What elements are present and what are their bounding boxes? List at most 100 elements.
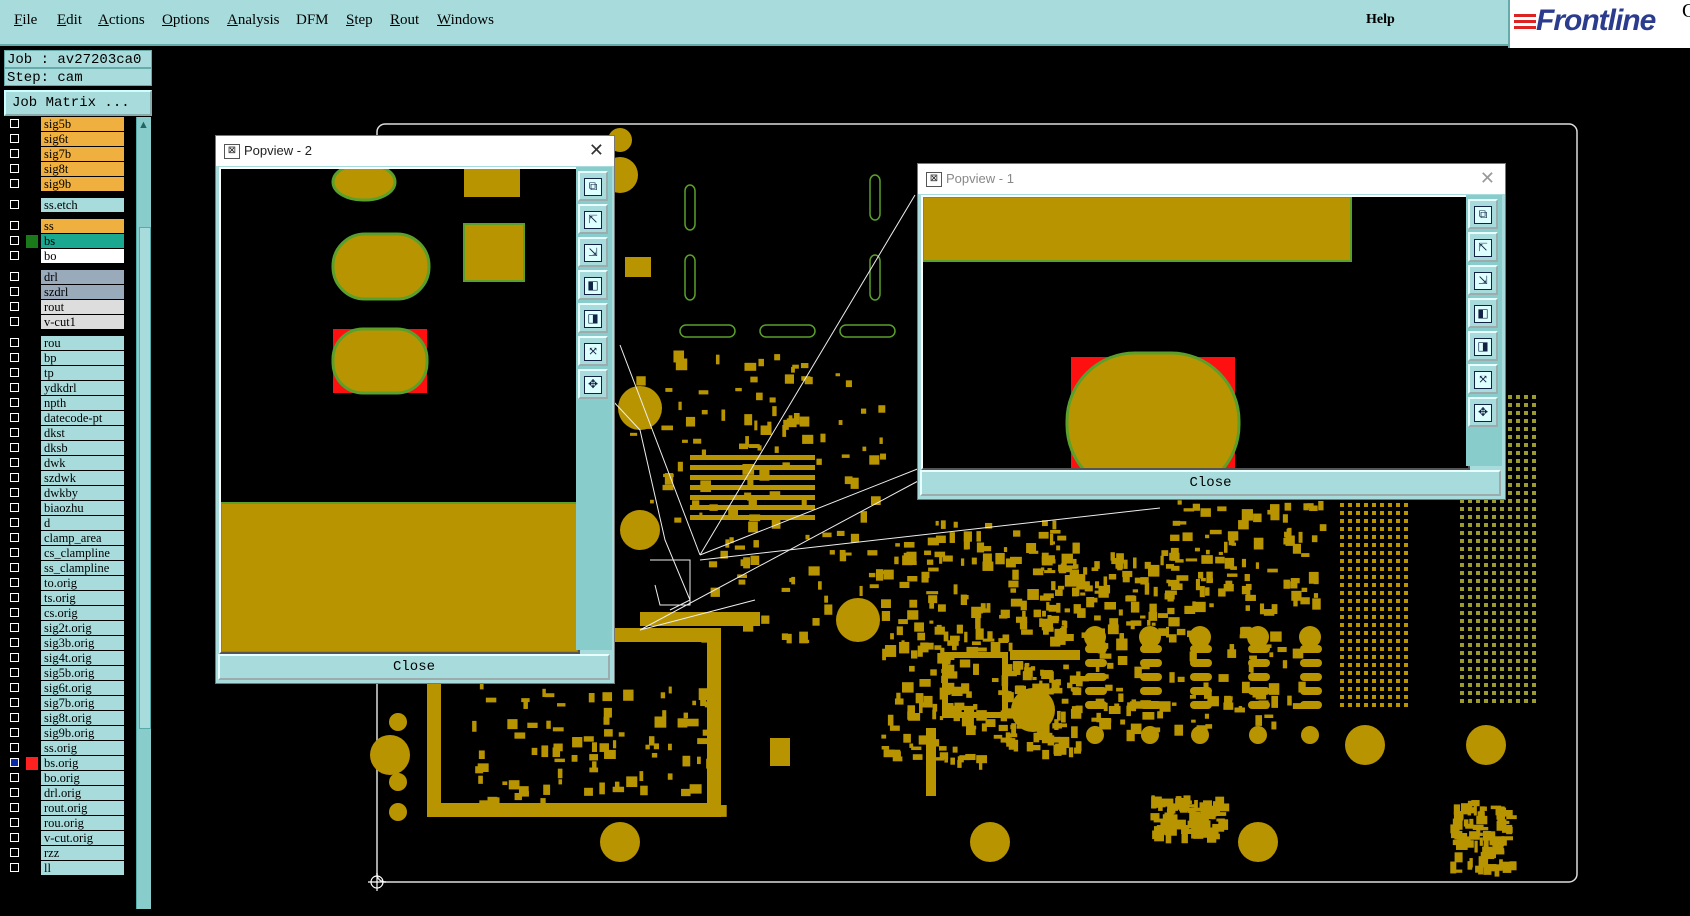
layer-name[interactable]: sig8t [41,162,124,176]
layer-row[interactable]: ts.orig [4,591,124,606]
layer-row[interactable]: ss.etch [4,198,124,213]
layer-name[interactable]: cs.orig [41,606,124,620]
layer-name[interactable]: to.orig [41,576,124,590]
layer-name[interactable]: sig6t [41,132,124,146]
layer-row[interactable]: sig5b [4,117,124,132]
center-icon[interactable]: ✥ [578,369,608,399]
layer-name[interactable]: bo [41,249,124,263]
layer-row[interactable]: dksb [4,441,124,456]
layer-name[interactable]: bs [41,234,124,248]
layer-color-swatch[interactable] [26,862,38,875]
layer-checkbox[interactable] [10,833,19,842]
popview-2-titlebar[interactable]: ⊠ Popview - 2 ✕ [216,136,614,166]
layer-color-swatch[interactable] [26,316,38,329]
layer-checkbox[interactable] [10,758,19,767]
layer-name[interactable]: drl [41,270,124,284]
pan-right-icon[interactable]: ◨ [1468,331,1498,361]
layer-color-swatch[interactable] [26,532,38,545]
zoom-in-icon[interactable]: ⇱ [578,204,608,234]
layer-name[interactable]: sig9b [41,177,124,191]
layer-row[interactable]: npth [4,396,124,411]
layer-scrollbar[interactable]: ▲ [136,117,151,909]
layer-name[interactable]: ss_clampline [41,561,124,575]
layer-name[interactable]: ss.etch [41,198,124,212]
layer-name[interactable]: ll [41,861,124,875]
menu-analysis[interactable]: Analysis [227,12,280,29]
layer-row[interactable]: sig7b [4,147,124,162]
menu-rout[interactable]: Rout [390,12,419,29]
layer-row[interactable]: drl.orig [4,786,124,801]
layer-checkbox[interactable] [10,533,19,542]
layer-checkbox[interactable] [10,548,19,557]
layer-checkbox[interactable] [10,236,19,245]
popview-2-close-button[interactable]: Close [218,654,610,680]
layer-name[interactable]: sig4t.orig [41,651,124,665]
layer-name[interactable]: bs.orig [41,756,124,770]
layer-name[interactable]: sig7b.orig [41,696,124,710]
layer-name[interactable]: szdwk [41,471,124,485]
layer-color-swatch[interactable] [26,199,38,212]
menu-actions[interactable]: Actions [98,12,145,29]
layer-color-swatch[interactable] [26,682,38,695]
layer-row[interactable]: sig7b.orig [4,696,124,711]
layer-row[interactable]: dwkby [4,486,124,501]
layer-row[interactable]: rzz [4,846,124,861]
layer-color-swatch[interactable] [26,832,38,845]
layer-color-swatch[interactable] [26,352,38,365]
layer-checkbox[interactable] [10,848,19,857]
layer-row[interactable]: tp [4,366,124,381]
layer-color-swatch[interactable] [26,787,38,800]
layer-row[interactable]: szdrl [4,285,124,300]
layer-row[interactable]: sig8t [4,162,124,177]
layer-checkbox[interactable] [10,773,19,782]
layer-color-swatch[interactable] [26,367,38,380]
close-icon[interactable]: ✕ [1480,168,1495,189]
layer-color-swatch[interactable] [26,607,38,620]
layer-row[interactable]: clamp_area [4,531,124,546]
layer-checkbox[interactable] [10,317,19,326]
layer-checkbox[interactable] [10,251,19,260]
scroll-up-icon[interactable]: ▲ [138,119,149,131]
popview-2-window[interactable]: ⊠ Popview - 2 ✕ ⧉ ⇱ ⇲ ◧ ◨ ⤧ ✥ Close [215,135,615,684]
layer-checkbox[interactable] [10,818,19,827]
layer-row[interactable]: dwk [4,456,124,471]
menu-edit[interactable]: Edit [57,12,82,29]
layer-row[interactable]: to.orig [4,576,124,591]
pan-left-icon[interactable]: ◧ [578,270,608,300]
zoom-out-icon[interactable]: ⇲ [578,237,608,267]
layer-checkbox[interactable] [10,728,19,737]
layer-checkbox[interactable] [10,338,19,347]
layer-color-swatch[interactable] [26,577,38,590]
layer-color-swatch[interactable] [26,547,38,560]
layer-color-swatch[interactable] [26,847,38,860]
layer-row[interactable]: sig2t.orig [4,621,124,636]
layer-color-swatch[interactable] [26,412,38,425]
layer-name[interactable]: npth [41,396,124,410]
layer-name[interactable]: dkst [41,426,124,440]
layer-color-swatch[interactable] [26,742,38,755]
layer-row[interactable]: bs.orig [4,756,124,771]
layer-row[interactable]: sig6t.orig [4,681,124,696]
layer-color-swatch[interactable] [26,472,38,485]
layer-name[interactable]: cs_clampline [41,546,124,560]
layer-checkbox[interactable] [10,149,19,158]
layer-row[interactable]: cs.orig [4,606,124,621]
layer-color-swatch[interactable] [26,517,38,530]
layer-checkbox[interactable] [10,608,19,617]
layer-color-swatch[interactable] [26,148,38,161]
layer-name[interactable]: dksb [41,441,124,455]
layer-color-swatch[interactable] [26,817,38,830]
layer-name[interactable]: rzz [41,846,124,860]
layer-color-swatch[interactable] [26,802,38,815]
layer-color-swatch[interactable] [26,592,38,605]
layer-name[interactable]: szdrl [41,285,124,299]
layer-row[interactable]: cs_clampline [4,546,124,561]
layer-name[interactable]: v-cut1 [41,315,124,329]
layer-row[interactable]: sig9b.orig [4,726,124,741]
popview-1-close-button[interactable]: Close [920,470,1501,496]
zoom-home-icon[interactable]: ⧉ [1468,199,1498,229]
center-icon[interactable]: ✥ [1468,397,1498,427]
layer-color-swatch[interactable] [26,697,38,710]
layer-checkbox[interactable] [10,503,19,512]
layer-row[interactable]: sig6t [4,132,124,147]
